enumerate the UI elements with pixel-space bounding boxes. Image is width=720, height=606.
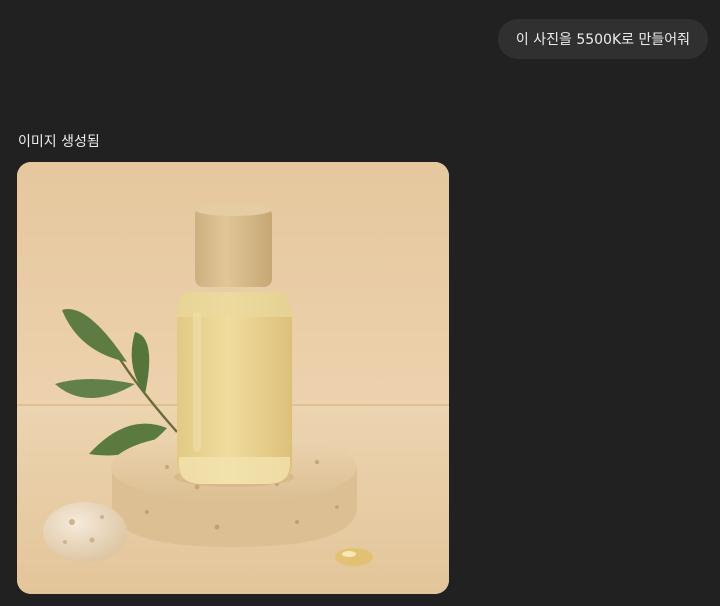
oil-drop <box>335 548 373 566</box>
generated-image[interactable] <box>17 162 449 594</box>
product-photo-illustration <box>17 162 449 594</box>
pebble-stone <box>43 502 127 562</box>
bottle-cap <box>195 204 272 287</box>
user-message-bubble: 이 사진을 5500K로 만들어줘 <box>497 19 708 59</box>
image-generated-label: 이미지 생성됨 <box>18 134 100 150</box>
serum-bottle <box>174 292 294 487</box>
user-message-text: 이 사진을 5500K로 만들어줘 <box>515 32 690 48</box>
